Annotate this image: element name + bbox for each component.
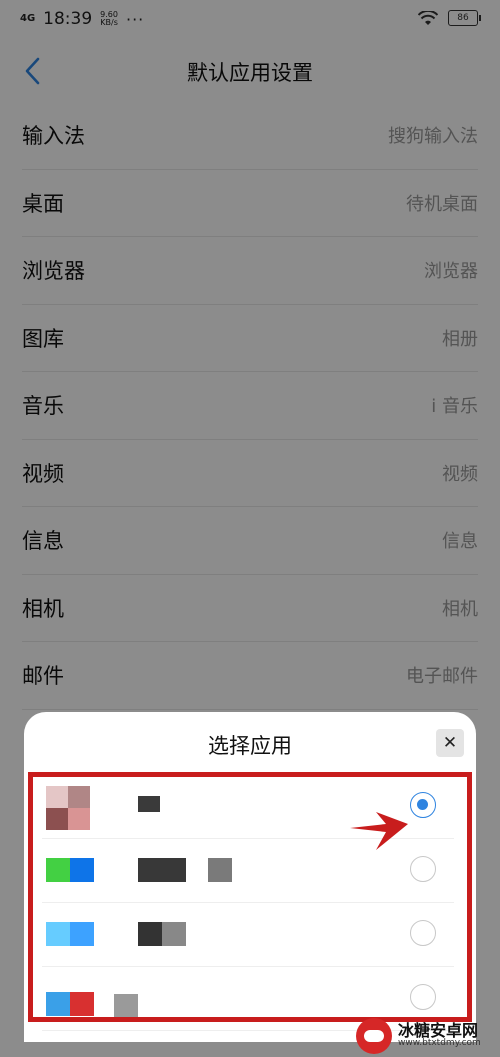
watermark-url: www.btxtdmy.com <box>398 1038 481 1049</box>
close-icon: ✕ <box>442 733 458 753</box>
dialog-title: 选择应用 <box>208 734 292 758</box>
watermark-logo-icon <box>356 1017 392 1054</box>
watermark-text: 冰糖安卓网 www.btxtdmy.com <box>398 1022 481 1049</box>
watermark-name: 冰糖安卓网 <box>398 1020 479 1040</box>
watermark: 冰糖安卓网 www.btxtdmy.com <box>356 1014 500 1057</box>
close-button[interactable]: ✕ <box>436 729 464 757</box>
arrow-right-icon <box>350 812 408 850</box>
